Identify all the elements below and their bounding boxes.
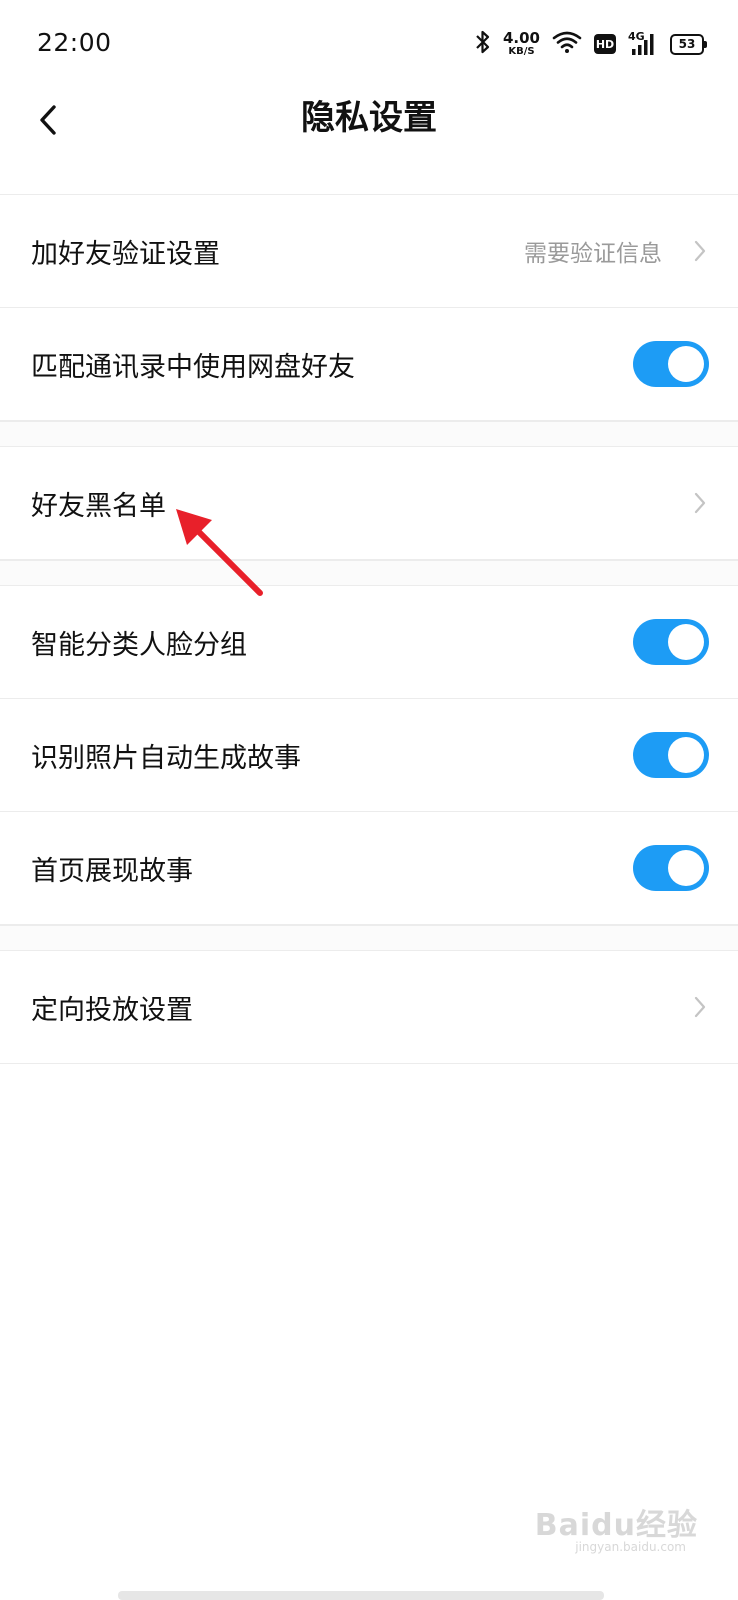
chevron-right-icon <box>692 995 708 1019</box>
chevron-right-icon <box>692 239 708 263</box>
setting-label: 识别照片自动生成故事 <box>31 742 301 774</box>
settings-group-photos: 智能分类人脸分组 识别照片自动生成故事 首页展现故事 <box>0 585 738 925</box>
setting-label: 智能分类人脸分组 <box>31 629 247 661</box>
status-time: 22:00 <box>37 28 112 57</box>
settings-group-blacklist: 好友黑名单 <box>0 446 738 560</box>
home-story-toggle[interactable] <box>633 845 709 891</box>
auto-story-toggle[interactable] <box>633 732 709 778</box>
signal-icon: 4G <box>628 31 658 57</box>
status-icons: 4.00 KB/S HD 4G 53 <box>475 26 707 62</box>
toggle-knob <box>668 624 704 660</box>
face-grouping-toggle[interactable] <box>633 619 709 665</box>
section-gap <box>0 421 738 446</box>
setting-label: 定向投放设置 <box>31 994 193 1026</box>
setting-face-grouping: 智能分类人脸分组 <box>0 586 738 699</box>
setting-friend-blacklist[interactable]: 好友黑名单 <box>0 447 738 560</box>
page-title: 隐私设置 <box>301 98 437 138</box>
wifi-icon <box>552 30 582 58</box>
section-gap <box>0 560 738 585</box>
setting-friend-verification[interactable]: 加好友验证设置 需要验证信息 <box>0 195 738 308</box>
toggle-knob <box>668 346 704 382</box>
setting-home-story: 首页展现故事 <box>0 812 738 925</box>
setting-label: 首页展现故事 <box>31 855 193 887</box>
home-indicator <box>118 1591 604 1600</box>
network-speed-unit: KB/S <box>508 46 535 57</box>
network-speed: 4.00 KB/S <box>503 31 540 57</box>
battery-icon: 53 <box>670 33 707 55</box>
setting-value: 需要验证信息 <box>524 241 662 267</box>
chevron-right-icon <box>692 491 708 515</box>
match-contacts-toggle[interactable] <box>633 341 709 387</box>
baidu-watermark-url: jingyan.baidu.com <box>575 1540 686 1554</box>
toggle-knob <box>668 737 704 773</box>
baidu-watermark: Baidu经验 <box>534 1508 698 1543</box>
setting-label: 加好友验证设置 <box>31 238 220 270</box>
setting-label: 好友黑名单 <box>31 490 166 522</box>
screen: 22:00 4.00 KB/S HD 4G 53 隐私设置 加好友验证设置 需要… <box>0 0 738 1600</box>
bluetooth-icon <box>475 29 491 59</box>
annotation-arrow-icon <box>170 500 270 600</box>
settings-group-friends: 加好友验证设置 需要验证信息 匹配通讯录中使用网盘好友 <box>0 194 738 421</box>
settings-group-ads: 定向投放设置 <box>0 950 738 1064</box>
hd-icon: HD <box>594 34 616 54</box>
setting-targeted-ads[interactable]: 定向投放设置 <box>0 951 738 1064</box>
section-gap <box>0 925 738 950</box>
setting-auto-story: 识别照片自动生成故事 <box>0 699 738 812</box>
network-speed-value: 4.00 <box>502 29 540 47</box>
setting-match-contacts: 匹配通讯录中使用网盘好友 <box>0 308 738 421</box>
settings-list: 加好友验证设置 需要验证信息 匹配通讯录中使用网盘好友 好友黑名单 智能分类人脸… <box>0 194 738 1064</box>
toggle-knob <box>668 850 704 886</box>
setting-label: 匹配通讯录中使用网盘好友 <box>31 351 355 383</box>
nav-bar: 隐私设置 <box>0 88 738 194</box>
status-bar: 22:00 4.00 KB/S HD 4G 53 <box>0 0 738 88</box>
